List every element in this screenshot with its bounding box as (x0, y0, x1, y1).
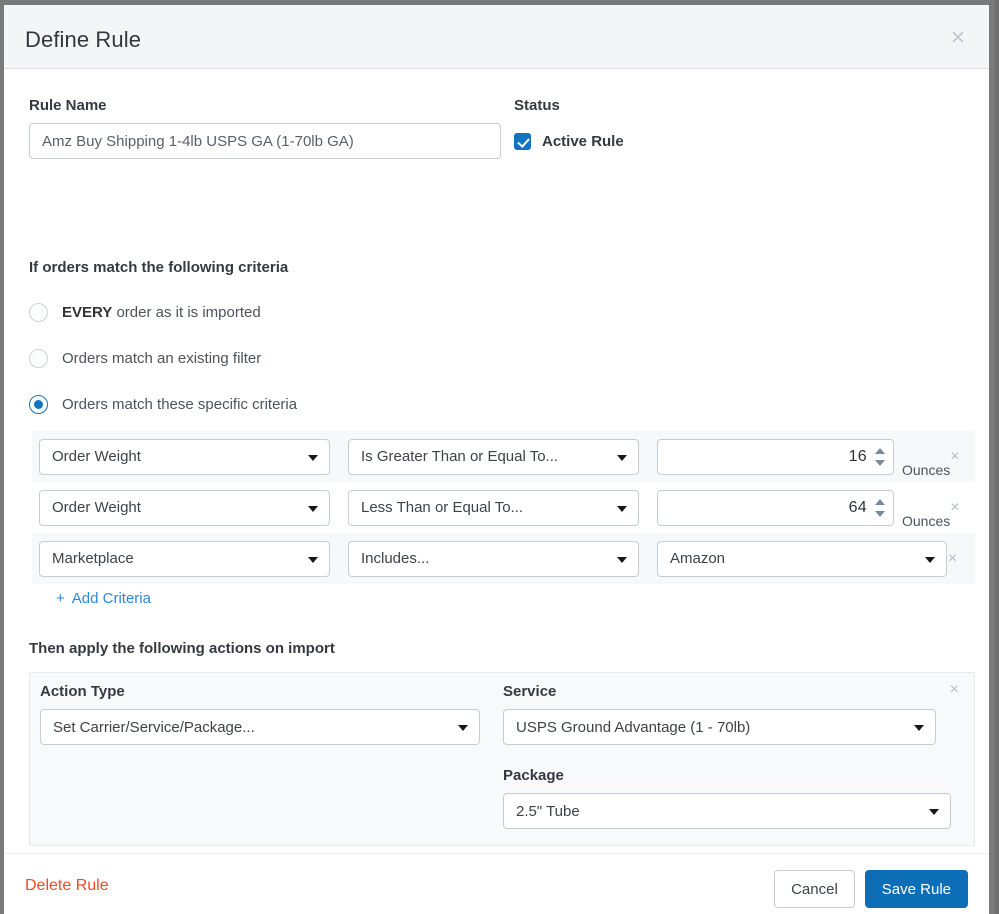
criteria-operator-select[interactable]: Less Than or Equal To... (348, 490, 639, 526)
modal-header: Define Rule ✕ (4, 5, 989, 69)
footer-buttons: Cancel Save Rule (774, 870, 968, 908)
add-criteria-button[interactable]: + Add Criteria (56, 590, 151, 607)
action-type-value: Set Carrier/Service/Package... (53, 719, 255, 736)
stepper-up-icon[interactable] (875, 499, 885, 505)
action-type-group: Action Type Set Carrier/Service/Package.… (40, 683, 480, 745)
criteria-operator-select[interactable]: Is Greater Than or Equal To... (348, 439, 639, 475)
criteria-value-text: 64 (849, 499, 893, 517)
remove-criteria-icon[interactable]: × (950, 499, 959, 517)
criteria-operator-value: Includes... (361, 550, 429, 567)
criteria-value-number[interactable]: 16 (657, 439, 894, 475)
criteria-value-number[interactable]: 64 (657, 490, 894, 526)
chevron-down-icon (308, 557, 318, 563)
chevron-down-icon (914, 725, 924, 731)
rule-name-label: Rule Name (29, 97, 501, 114)
radio-option-existing-filter[interactable]: Orders match an existing filter (29, 335, 297, 381)
criteria-row: Order Weight Is Greater Than or Equal To… (32, 431, 975, 482)
stepper-icon[interactable] (875, 446, 885, 468)
status-group: Status Active Rule (514, 97, 624, 159)
chevron-down-icon (458, 725, 468, 731)
save-rule-button[interactable]: Save Rule (865, 870, 968, 908)
stepper-down-icon[interactable] (875, 511, 885, 517)
criteria-field-select[interactable]: Marketplace (39, 541, 330, 577)
radio-every-label: EVERY order as it is imported (62, 304, 261, 321)
radio-every[interactable] (29, 303, 48, 322)
modal-body: Rule Name Status Active Rule If orders m… (4, 69, 989, 853)
active-rule-label: Active Rule (542, 133, 624, 150)
criteria-field-value: Marketplace (52, 550, 134, 567)
remove-action-icon[interactable]: × (950, 681, 959, 699)
package-label: Package (503, 767, 951, 784)
add-criteria-label: Add Criteria (72, 590, 151, 607)
service-label: Service (503, 683, 951, 700)
chevron-down-icon (308, 455, 318, 461)
radio-every-label-strong: EVERY (62, 304, 112, 321)
service-select[interactable]: USPS Ground Advantage (1 - 70lb) (503, 709, 936, 745)
delete-rule-button[interactable]: Delete Rule (25, 877, 109, 895)
criteria-value-select[interactable]: Amazon (657, 541, 947, 577)
remove-criteria-icon[interactable]: × (947, 550, 958, 568)
active-rule-checkbox[interactable] (514, 133, 531, 150)
package-select[interactable]: 2.5" Tube (503, 793, 951, 829)
service-value: USPS Ground Advantage (1 - 70lb) (516, 719, 750, 736)
criteria-unit-label: Ounces (902, 462, 950, 482)
criteria-row: Marketplace Includes... Amazon × (32, 533, 975, 584)
radio-existing-filter-label: Orders match an existing filter (62, 350, 261, 367)
criteria-operator-select[interactable]: Includes... (348, 541, 639, 577)
status-label: Status (514, 97, 624, 114)
active-rule-checkbox-row: Active Rule (514, 123, 624, 159)
cancel-button[interactable]: Cancel (774, 870, 855, 908)
chevron-down-icon (617, 506, 627, 512)
stepper-down-icon[interactable] (875, 460, 885, 466)
criteria-operator-value: Less Than or Equal To... (361, 499, 523, 516)
criteria-value-text: 16 (849, 448, 893, 466)
criteria-field-select[interactable]: Order Weight (39, 439, 330, 475)
close-icon[interactable]: ✕ (948, 29, 968, 49)
remove-criteria-icon[interactable]: × (950, 448, 959, 466)
stepper-up-icon[interactable] (875, 448, 885, 454)
criteria-heading: If orders match the following criteria (29, 259, 288, 276)
radio-existing-filter[interactable] (29, 349, 48, 368)
action-type-select[interactable]: Set Carrier/Service/Package... (40, 709, 480, 745)
criteria-row: Order Weight Less Than or Equal To... 64 (32, 482, 975, 533)
window-frame: Define Rule ✕ Rule Name Status Active Ru… (0, 0, 999, 914)
modal-footer: Delete Rule Cancel Save Rule (4, 853, 989, 913)
radio-specific-criteria[interactable] (29, 395, 48, 414)
action-service-package-group: Service USPS Ground Advantage (1 - 70lb)… (503, 683, 951, 829)
criteria-operator-value: Is Greater Than or Equal To... (361, 448, 558, 465)
package-value: 2.5" Tube (516, 803, 580, 820)
spacer (503, 745, 951, 767)
criteria-field-value: Order Weight (52, 448, 141, 465)
radio-option-specific-criteria[interactable]: Orders match these specific criteria (29, 381, 297, 427)
define-rule-modal: Define Rule ✕ Rule Name Status Active Ru… (4, 5, 989, 914)
criteria-value-text: Amazon (670, 550, 725, 567)
window-right-edge (995, 0, 999, 914)
stepper-icon[interactable] (875, 497, 885, 519)
radio-every-label-rest: order as it is imported (112, 304, 260, 321)
criteria-field-select[interactable]: Order Weight (39, 490, 330, 526)
criteria-rows: Order Weight Is Greater Than or Equal To… (32, 431, 975, 584)
chevron-down-icon (925, 557, 935, 563)
radio-specific-criteria-label: Orders match these specific criteria (62, 396, 297, 413)
rule-name-group: Rule Name (29, 97, 501, 159)
actions-heading: Then apply the following actions on impo… (29, 640, 335, 657)
chevron-down-icon (308, 506, 318, 512)
action-panel: × Action Type Set Carrier/Service/Packag… (29, 672, 975, 846)
action-type-label: Action Type (40, 683, 480, 700)
chevron-down-icon (617, 455, 627, 461)
rule-name-input[interactable] (29, 123, 501, 159)
criteria-unit-label: Ounces (902, 513, 950, 533)
chevron-down-icon (929, 809, 939, 815)
page-title: Define Rule (25, 27, 141, 53)
criteria-field-value: Order Weight (52, 499, 141, 516)
criteria-mode-radio-group: EVERY order as it is imported Orders mat… (29, 289, 297, 427)
chevron-down-icon (617, 557, 627, 563)
plus-icon: + (56, 590, 65, 607)
radio-option-every[interactable]: EVERY order as it is imported (29, 289, 297, 335)
